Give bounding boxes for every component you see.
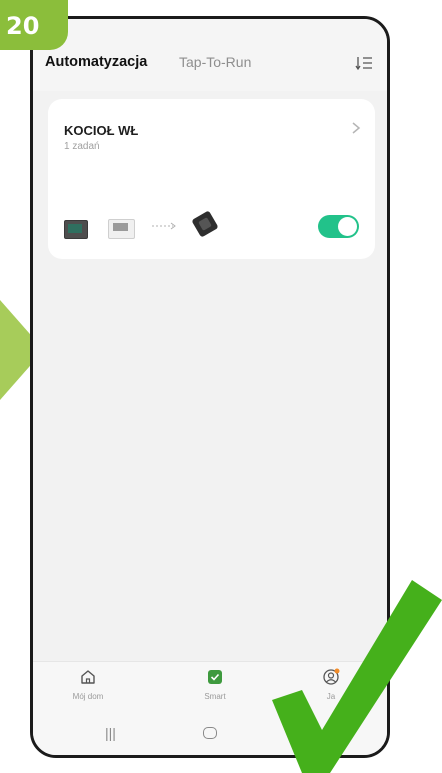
automation-toggle[interactable] (318, 215, 359, 238)
sort-list-icon[interactable] (355, 55, 373, 71)
smart-check-icon (208, 670, 222, 684)
home-icon (81, 670, 95, 684)
chevron-right-icon[interactable] (351, 121, 361, 135)
tab-tap-to-run[interactable]: Tap-To-Run (179, 54, 251, 70)
automation-card[interactable]: KOCIOŁ WŁ 1 zadań (48, 99, 375, 259)
relay-device-icon (191, 210, 219, 238)
home-button[interactable] (203, 727, 217, 739)
toggle-knob (338, 217, 357, 236)
tab-automation[interactable]: Automatyzacja (45, 54, 147, 70)
nav-smart-label: Smart (204, 692, 226, 701)
flow-arrow-icon (151, 220, 179, 232)
step-number: 20 (6, 12, 40, 40)
recent-apps-button[interactable]: ||| (105, 725, 116, 741)
automation-title: KOCIOŁ WŁ (64, 123, 139, 138)
step-badge: 20 (0, 0, 68, 50)
thermostat-black-icon (64, 220, 88, 239)
nav-home-label: Mój dom (72, 692, 104, 701)
success-checkmark-icon (272, 580, 442, 773)
thermostat-white-icon (108, 219, 135, 239)
app-header: Automatyzacja Tap-To-Run (33, 19, 387, 91)
nav-smart[interactable]: Smart (180, 668, 250, 701)
automation-subtitle: 1 zadań (64, 141, 100, 152)
nav-home[interactable]: Mój dom (53, 668, 123, 701)
